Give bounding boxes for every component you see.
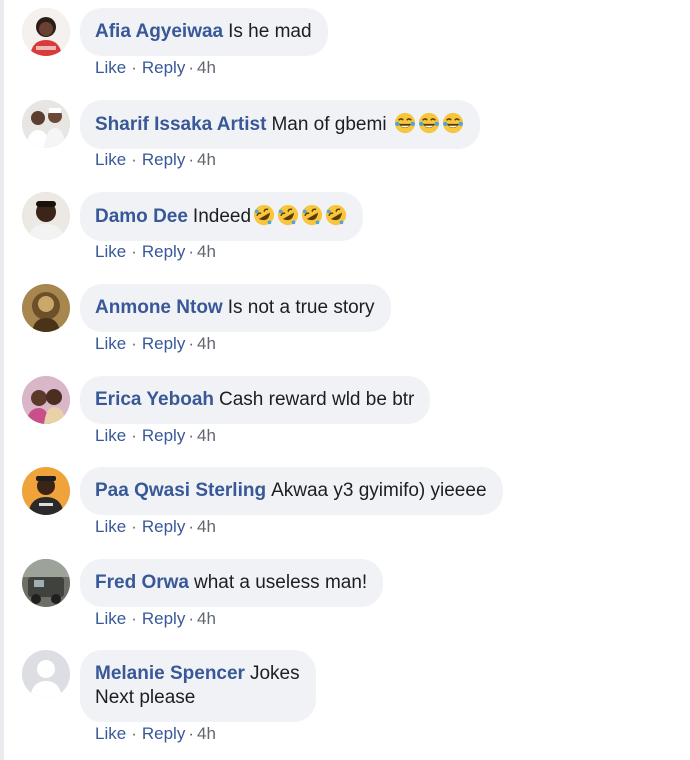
rolling-laughing-emoji (325, 204, 347, 226)
separator: · (131, 242, 137, 261)
comment-author[interactable]: Anmone Ntow (95, 297, 223, 318)
timestamp[interactable]: 4h (197, 426, 216, 445)
separator: · (131, 150, 137, 169)
profile-photo-icon (22, 8, 70, 56)
timestamp[interactable]: 4h (197, 150, 216, 169)
like-button[interactable]: Like (95, 150, 126, 169)
separator: · (131, 609, 137, 628)
avatar[interactable] (22, 192, 70, 240)
tears-of-joy-emoji (442, 112, 464, 134)
like-button[interactable]: Like (95, 724, 126, 743)
comment-text: Cash reward wld be btr (219, 389, 415, 410)
comment-text: Jokes (249, 663, 300, 684)
rolling-laughing-emoji (277, 204, 299, 226)
separator: · (188, 426, 194, 445)
comment-actions: Like · Reply · 4h (95, 724, 216, 744)
profile-photo-icon (22, 192, 70, 240)
like-button[interactable]: Like (95, 58, 126, 77)
comment-actions: Like · Reply · 4h (95, 334, 216, 354)
timestamp[interactable]: 4h (197, 58, 216, 77)
reply-button[interactable]: Reply (142, 724, 185, 743)
separator: · (131, 426, 137, 445)
timestamp[interactable]: 4h (197, 334, 216, 353)
comment-text: Man of gbemi (271, 114, 392, 135)
comment-bubble: Damo Dee Indeed (80, 192, 364, 241)
comment-actions: Like · Reply · 4h (95, 517, 216, 537)
reply-button[interactable]: Reply (142, 150, 185, 169)
separator: · (131, 517, 137, 536)
comment-text: what a useless man! (193, 572, 368, 593)
comment-author[interactable]: Sharif Issaka Artist (95, 114, 266, 135)
separator: · (131, 724, 137, 743)
comment-actions: Like · Reply · 4h (95, 150, 216, 170)
comment-bubble: Melanie Spencer Jokes Next please (80, 650, 316, 722)
avatar[interactable] (22, 284, 70, 332)
comment-author[interactable]: Erica Yeboah (95, 389, 214, 410)
profile-photo-icon (22, 376, 70, 424)
comment-bubble: Afia Agyeiwaa Is he mad (80, 8, 328, 56)
avatar[interactable] (22, 376, 70, 424)
profile-photo-icon (22, 467, 70, 515)
reply-button[interactable]: Reply (142, 517, 185, 536)
separator: · (188, 58, 194, 77)
like-button[interactable]: Like (95, 426, 126, 445)
comment-text: Akwaa y3 gyimifo) yieeee (271, 480, 487, 501)
profile-photo-icon (22, 559, 70, 607)
comment-bubble: Fred Orwa what a useless man! (80, 559, 384, 607)
comment-author[interactable]: Damo Dee (95, 206, 188, 227)
timestamp[interactable]: 4h (197, 517, 216, 536)
like-button[interactable]: Like (95, 334, 126, 353)
profile-photo-icon (22, 284, 70, 332)
timestamp[interactable]: 4h (197, 242, 216, 261)
separator: · (188, 517, 194, 536)
separator: · (131, 58, 137, 77)
comment-bubble: Paa Qwasi Sterling Akwaa y3 gyimifo) yiee… (80, 467, 503, 515)
avatar[interactable] (22, 8, 70, 56)
timestamp[interactable]: 4h (197, 724, 216, 743)
comment-author[interactable]: Afia Agyeiwaa (95, 21, 223, 42)
comment-text: Indeed (192, 206, 252, 227)
comment-text: Is not a true story (227, 297, 375, 318)
comment-actions: Like · Reply · 4h (95, 58, 216, 78)
comment-actions: Like · Reply · 4h (95, 426, 216, 446)
comment-actions: Like · Reply · 4h (95, 609, 216, 629)
avatar[interactable] (22, 559, 70, 607)
separator: · (188, 609, 194, 628)
separator: · (188, 724, 194, 743)
reply-button[interactable]: Reply (142, 334, 185, 353)
like-button[interactable]: Like (95, 242, 126, 261)
comment-bubble: Anmone Ntow Is not a true story (80, 284, 391, 332)
reply-button[interactable]: Reply (142, 242, 185, 261)
comment-author[interactable]: Fred Orwa (95, 572, 189, 593)
comment-actions: Like · Reply · 4h (95, 242, 216, 262)
separator: · (131, 334, 137, 353)
like-button[interactable]: Like (95, 609, 126, 628)
avatar[interactable] (22, 100, 70, 148)
reply-button[interactable]: Reply (142, 426, 185, 445)
separator: · (188, 150, 194, 169)
comment-bubble: Sharif Issaka Artist Man of gbemi (80, 100, 480, 149)
separator: · (188, 334, 194, 353)
default-avatar-icon (22, 650, 70, 698)
like-button[interactable]: Like (95, 517, 126, 536)
tears-of-joy-emoji (394, 112, 416, 134)
profile-photo-icon (22, 100, 70, 148)
avatar[interactable] (22, 650, 70, 698)
avatar[interactable] (22, 467, 70, 515)
reply-button[interactable]: Reply (142, 58, 185, 77)
left-divider (0, 0, 4, 760)
reply-button[interactable]: Reply (142, 609, 185, 628)
comment-author[interactable]: Melanie Spencer (95, 663, 245, 684)
rolling-laughing-emoji (301, 204, 323, 226)
comment-bubble: Erica Yeboah Cash reward wld be btr (80, 376, 431, 424)
comment-text: Is he mad (228, 21, 312, 42)
separator: · (188, 242, 194, 261)
comment-text-line-2: Next please (95, 687, 196, 708)
comment-author[interactable]: Paa Qwasi Sterling (95, 480, 266, 501)
rolling-laughing-emoji (253, 204, 275, 226)
tears-of-joy-emoji (418, 112, 440, 134)
timestamp[interactable]: 4h (197, 609, 216, 628)
